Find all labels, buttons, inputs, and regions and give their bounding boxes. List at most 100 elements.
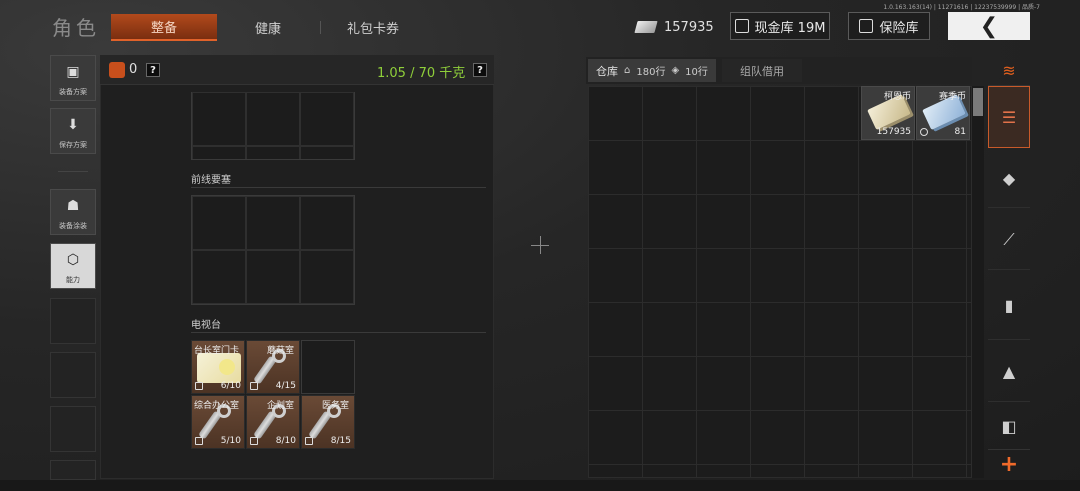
warehouse-grid[interactable] [588,86,972,478]
grid-slot[interactable] [246,196,300,250]
warehouse-item[interactable]: 赛季币 81 [916,86,970,140]
grid-slot[interactable] [192,146,246,159]
keycard-icon [197,353,241,383]
build-info: 1.0.163.163(14) | 11271616 | 12237539999… [883,4,1040,11]
key-type-icon [195,437,203,445]
item-name: 蘑菇室 [267,346,295,356]
bottom-bar [0,480,1080,491]
add-button[interactable]: + [988,450,1030,478]
inventory-item[interactable]: 综合办公室 5/10 [191,395,245,449]
cash-vault-button[interactable]: 现金库 19M [730,12,830,40]
fortress-key-grid [191,195,355,305]
loadout-plan-label: 装备方案 [59,88,87,96]
helmet-icon: ☗ [66,198,80,214]
item-count: 81 [954,127,966,137]
item-name: 赛季币 [938,92,966,102]
tab-warehouse[interactable]: 仓库 ⌂ 180行 ◈ 10行 [588,59,716,82]
key-type-icon [195,382,203,390]
vest-icon[interactable]: ◆ [988,150,1030,208]
layers-icon[interactable]: ≋ [988,56,1030,84]
rifle-icon[interactable]: ⟋ [988,210,1030,270]
item-count: 5/10 [220,436,241,446]
tab-gift-coupons[interactable]: 礼包卡券 [332,14,414,41]
crosshair-icon [540,236,541,254]
bound-icon [920,128,928,136]
grid-slot[interactable] [300,196,354,250]
tab-health[interactable]: 健康 [228,14,308,41]
grid-slot[interactable] [246,146,300,159]
item-count: 4/15 [275,381,296,391]
cash-vault-label: 现金库 19M [754,20,826,36]
backpack-icon[interactable]: ◧ [988,404,1030,448]
back-button[interactable]: ❮ [948,12,1030,40]
inventory-item[interactable]: 台长室门卡 6/10 [191,340,245,394]
skin-label: 装备涂装 [59,222,87,230]
item-name: 柯恩币 [883,92,911,102]
item-count: 8/15 [330,436,351,446]
empty-slot [50,298,96,344]
key-type-icon [305,437,313,445]
grid-slot[interactable] [300,146,354,159]
help-icon[interactable]: ? [146,63,160,77]
scrollbar-thumb[interactable] [973,88,983,116]
safe-button[interactable]: 保险库 [848,12,930,40]
vault-icon [734,19,749,33]
key-type-icon [250,382,258,390]
save-plan-button[interactable]: ⬇ 保存方案 [50,108,96,154]
grid-slot[interactable] [300,250,354,304]
inventory-item[interactable]: 医务室 8/15 [301,395,355,449]
cash-icon [634,21,658,33]
extra-rows: 10行 [685,67,708,78]
empty-slot [50,406,96,452]
inventory-item[interactable]: 企划室 8/10 [246,395,300,449]
grid-slot[interactable] [301,340,355,394]
skin-button[interactable]: ☗ 装备涂装 [50,189,96,235]
currency-display: 157935 [634,14,714,40]
storage-grid [191,92,355,160]
section-divider [191,187,486,188]
bag-count: 0 [129,62,138,77]
magazine-icon[interactable]: ▮ [988,272,1030,340]
empty-slot [50,352,96,398]
ability-button[interactable]: ⬡ 能力 [50,243,96,289]
help-icon[interactable]: ? [473,63,487,77]
ammo-icon[interactable]: ▲ [988,342,1030,402]
currency-amount: 157935 [664,19,714,35]
grid-slot[interactable] [192,92,246,146]
chevron-left-icon: ❮ [979,13,999,39]
ability-icon: ⬡ [66,252,80,268]
tab-loadout[interactable]: 整备 [111,14,217,41]
grid-slot[interactable] [246,250,300,304]
item-count: 157935 [876,127,911,137]
section-divider [191,332,486,333]
item-name: 医务室 [322,401,350,411]
tab-team-borrow[interactable]: 组队借用 [722,59,802,82]
item-name: 台长室门卡 [194,346,240,356]
backpack-icon [109,62,125,78]
inventory-item[interactable]: 蘑菇室 4/15 [246,340,300,394]
stack-icon[interactable]: ☰ [988,86,1030,148]
warehouse-item[interactable]: 柯恩币 157935 [861,86,915,140]
section-title: 电视台 [191,320,221,331]
key-type-icon [250,437,258,445]
safe-icon [859,19,874,33]
grid-slot[interactable] [192,196,246,250]
warehouse-label: 仓库 [596,64,618,78]
warehouse-rows: 180行 [636,67,666,78]
item-count: 8/10 [275,436,296,446]
grid-slot[interactable] [246,92,300,146]
page-title: 角色 [52,16,100,40]
item-count: 6/10 [220,381,241,391]
download-icon: ⬇ [67,117,79,133]
safe-label: 保险库 [879,20,919,36]
grid-slot[interactable] [300,92,354,146]
tag-icon: ◈ [671,65,680,76]
sidebar-divider [58,171,88,172]
grid-slot[interactable] [192,250,246,304]
weight-readout: 1.05 / 70 千克 [377,66,466,81]
save-plan-label: 保存方案 [59,141,87,149]
home-icon: ⌂ [624,65,631,76]
vest-icon: ▣ [66,64,80,80]
loadout-plan-button[interactable]: ▣ 装备方案 [50,55,96,101]
warehouse-scrollbar[interactable] [972,86,984,478]
